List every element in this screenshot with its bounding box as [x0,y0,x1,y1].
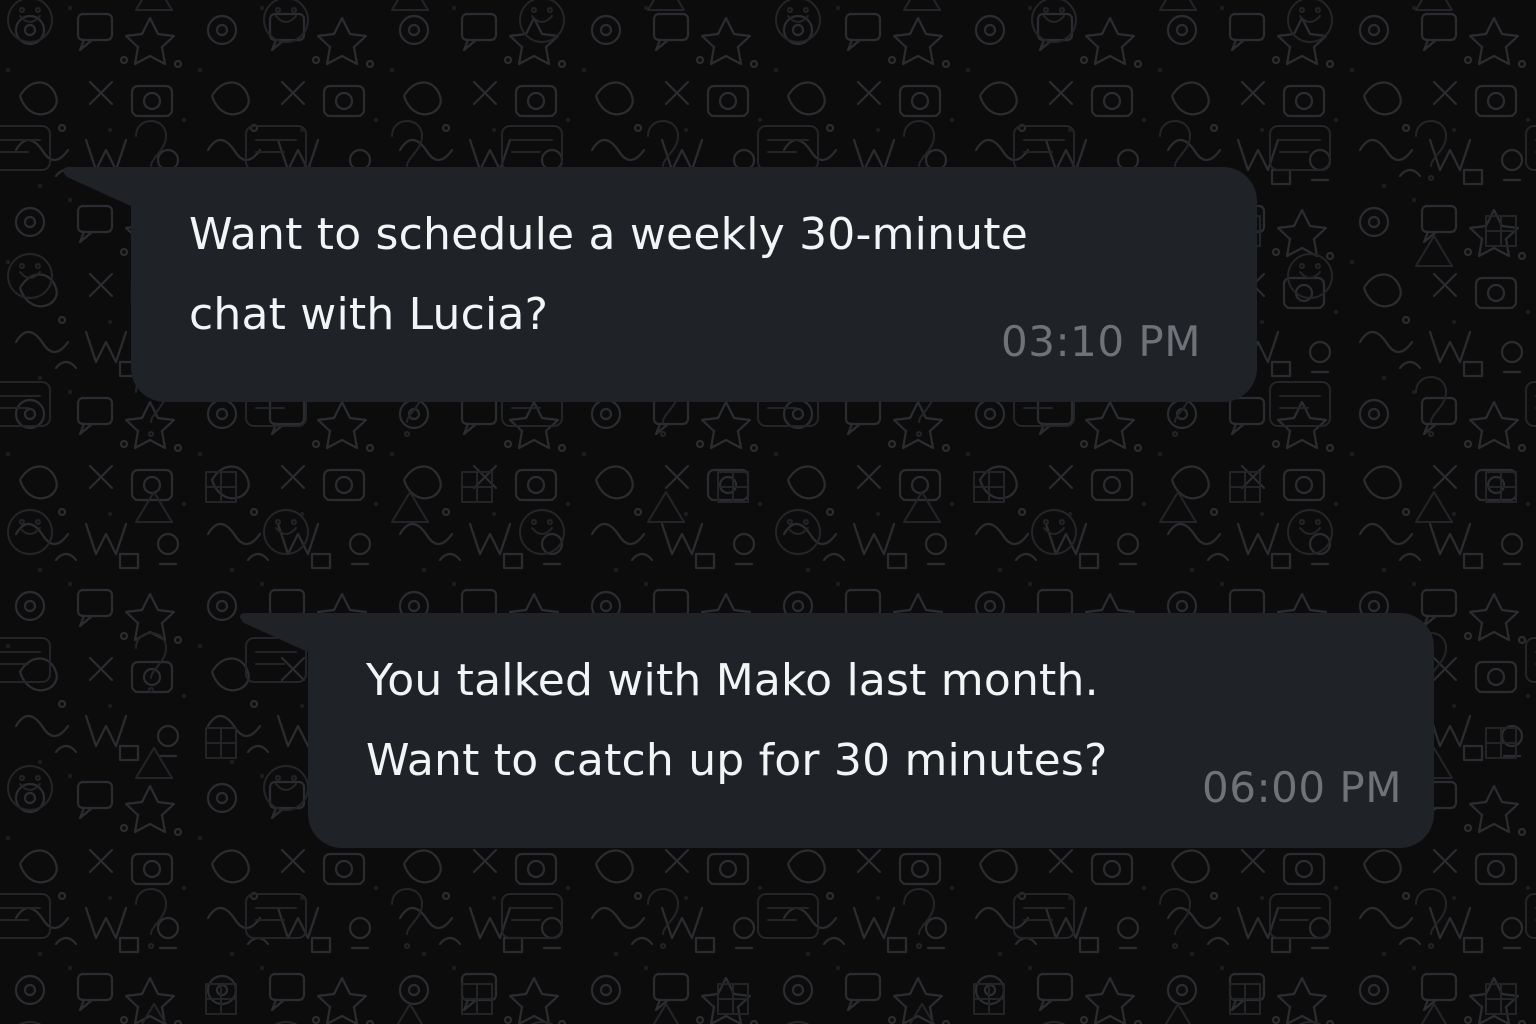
chat-wallpaper-doodles [0,0,1536,1024]
message-bubble[interactable]: Want to schedule a weekly 30-minute chat… [63,167,1257,402]
message-bubble[interactable]: You talked with Mako last month. Want to… [240,613,1434,848]
bubble-tail [240,613,310,653]
chat-view[interactable]: Want to schedule a weekly 30-minute chat… [0,0,1536,1024]
message-text: Want to schedule a weekly 30-minute chat… [189,209,1028,340]
message-timestamp: 03:10 PM [1001,317,1201,366]
bubble-tail [63,167,133,207]
message-timestamp: 06:00 PM [1202,763,1402,812]
message-text: You talked with Mako last month. Want to… [366,655,1108,786]
